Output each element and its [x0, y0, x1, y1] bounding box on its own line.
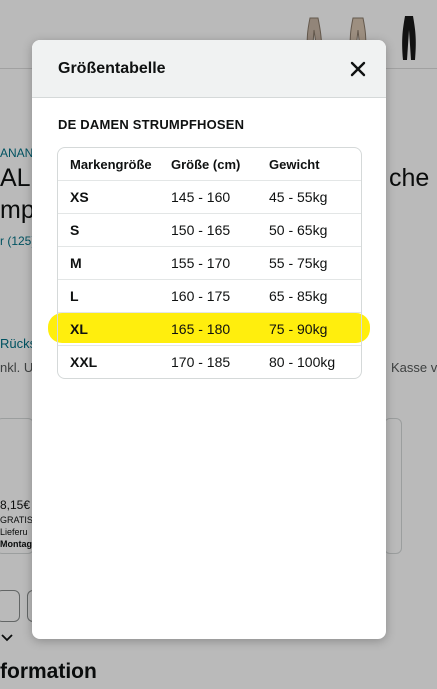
size-cell: M [70, 255, 82, 271]
column-header: Markengröße [70, 156, 152, 172]
table-row: M 155 - 170 55 - 75kg [58, 246, 361, 279]
weight-cell: 45 - 55kg [269, 189, 328, 205]
size-table: Markengröße Größe (cm) Gewicht XS 145 - … [57, 147, 362, 379]
weight-cell: 55 - 75kg [269, 255, 328, 271]
modal-header: Größentabelle [32, 40, 386, 98]
size-chart-modal: Größentabelle DE DAMEN STRUMPFHOSEN Mark… [32, 40, 386, 639]
size-cell: XL [70, 321, 88, 337]
table-row: S 150 - 165 50 - 65kg [58, 213, 361, 246]
table-row: XS 145 - 160 45 - 55kg [58, 180, 361, 213]
height-cell: 155 - 170 [171, 255, 231, 271]
table-row: L 160 - 175 65 - 85kg [58, 279, 361, 312]
table-row: XXL 170 - 185 80 - 100kg [58, 345, 361, 378]
height-cell: 165 - 180 [171, 321, 231, 337]
modal-title: Größentabelle [58, 60, 166, 77]
section-title: DE DAMEN STRUMPFHOSEN [58, 117, 245, 132]
height-cell: 145 - 160 [171, 189, 231, 205]
weight-cell: 65 - 85kg [269, 288, 328, 304]
column-header: Gewicht [269, 156, 320, 172]
weight-cell: 75 - 90kg [269, 321, 328, 337]
height-cell: 170 - 185 [171, 354, 231, 370]
size-cell: XS [70, 189, 89, 205]
height-cell: 150 - 165 [171, 222, 231, 238]
close-icon[interactable] [348, 59, 368, 79]
weight-cell: 50 - 65kg [269, 222, 328, 238]
size-cell: XXL [70, 354, 98, 370]
column-header: Größe (cm) [171, 156, 241, 172]
table-header-row: Markengröße Größe (cm) Gewicht [58, 148, 361, 180]
size-cell: S [70, 222, 80, 238]
weight-cell: 80 - 100kg [269, 354, 336, 370]
height-cell: 160 - 175 [171, 288, 231, 304]
size-cell: L [70, 288, 79, 304]
table-row: XL 165 - 180 75 - 90kg [58, 312, 361, 345]
